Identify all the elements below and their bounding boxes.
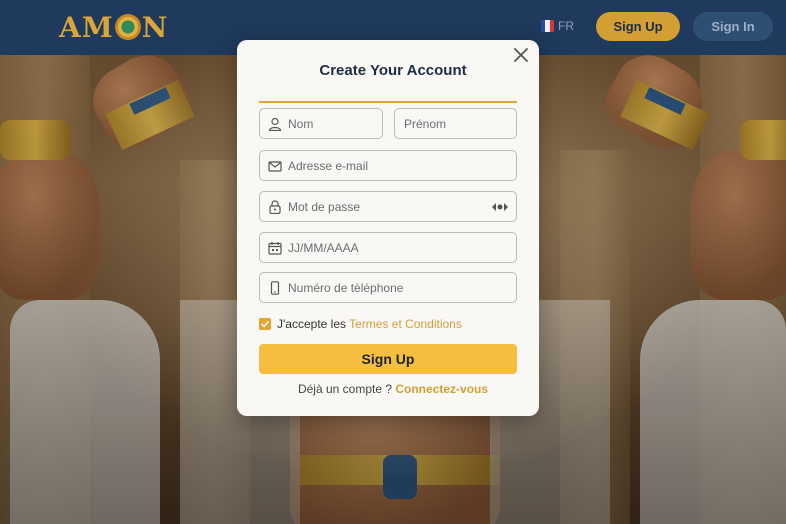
header-signin-button[interactable]: Sign In: [693, 12, 773, 41]
email-field[interactable]: [259, 150, 517, 181]
language-label: FR: [558, 19, 574, 33]
terms-row: J'accepte les Termes et Conditions: [259, 317, 462, 331]
phone-icon: [268, 280, 282, 295]
login-prompt: Déjà un compte ?: [297, 382, 393, 396]
password-input[interactable]: [288, 199, 491, 214]
header-signup-button[interactable]: Sign Up: [596, 12, 680, 41]
birthdate-input[interactable]: [288, 240, 516, 255]
amon-logo[interactable]: AM N: [59, 8, 168, 46]
sun-emblem-icon: [114, 14, 141, 40]
password-field[interactable]: [259, 191, 517, 222]
title-divider: [259, 101, 517, 103]
phone-field[interactable]: [259, 272, 517, 303]
terms-checkbox[interactable]: [259, 318, 271, 330]
signup-submit-button[interactable]: Sign Up: [259, 344, 517, 374]
calendar-icon: [268, 241, 282, 255]
logo-text-right: N: [141, 10, 169, 44]
terms-link[interactable]: Termes et Conditions: [349, 317, 462, 331]
user-icon: [268, 117, 282, 131]
prenom-input[interactable]: [395, 116, 516, 131]
language-selector[interactable]: FR: [541, 19, 574, 33]
modal-title: Create Your Account: [319, 62, 467, 79]
lock-icon: [268, 199, 282, 214]
email-input[interactable]: [288, 158, 516, 173]
terms-prefix: J'accepte les: [277, 317, 346, 331]
french-flag-icon: [541, 20, 554, 32]
prenom-field[interactable]: [394, 108, 517, 139]
toggle-visibility-icon[interactable]: [491, 201, 509, 213]
logo-text-left: AM: [59, 10, 114, 44]
nom-field[interactable]: [259, 108, 383, 139]
login-link[interactable]: Connectez-vous: [395, 382, 488, 396]
login-prompt-row: Déjà un compte ? Connectez-vous: [0, 382, 786, 396]
nom-input[interactable]: [288, 116, 382, 131]
birthdate-field[interactable]: [259, 232, 517, 263]
phone-input[interactable]: [288, 280, 516, 295]
mail-icon: [268, 159, 282, 173]
checkmark-icon: [261, 321, 269, 328]
